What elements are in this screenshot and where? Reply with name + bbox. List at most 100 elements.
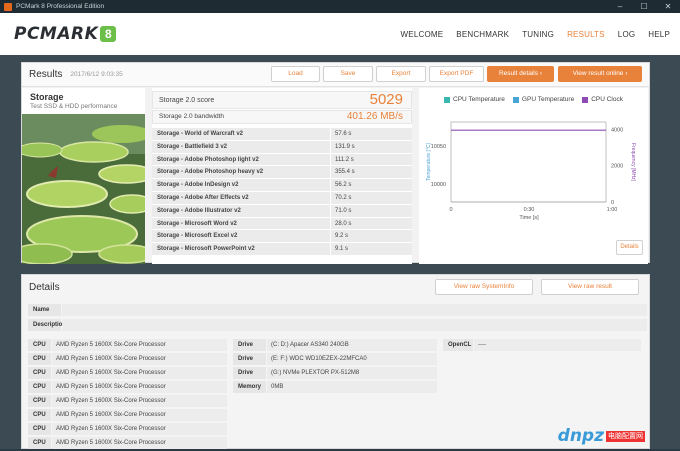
drive-label: Drive bbox=[233, 353, 266, 365]
result-details-button[interactable]: Result details › bbox=[487, 66, 554, 82]
cpu-value: AMD Ryzen 5 1600X Six-Core Processor bbox=[52, 367, 227, 379]
list-item: CPU AMD Ryzen 5 1600X Six-Core Processor bbox=[28, 423, 227, 435]
nav-welcome[interactable]: WELCOME bbox=[401, 30, 444, 39]
legend-item[interactable]: GPU Temperature bbox=[512, 96, 575, 103]
list-item: Drive (C: D:) Apacer AS340 240GB bbox=[233, 339, 437, 351]
cpu-value: AMD Ryzen 5 1600X Six-Core Processor bbox=[52, 395, 227, 407]
results-title: Results bbox=[29, 69, 63, 80]
window-titlebar: PCMark 8 Professional Edition – ☐ ✕ bbox=[0, 0, 680, 13]
export-pdf-button[interactable]: Export PDF bbox=[429, 66, 484, 82]
list-item: Drive (E: F:) WDC WD10EZEX-22MFCA0 bbox=[233, 353, 437, 365]
storage-score-row: Storage 2.0 score 5029 bbox=[152, 91, 412, 109]
storage-test-card: Storage Test SSD & HDD performance bbox=[22, 88, 145, 264]
nav-benchmark[interactable]: BENCHMARK bbox=[456, 30, 509, 39]
bandwidth-value: 401.26 MB/s bbox=[346, 111, 403, 122]
legend-swatch bbox=[582, 96, 589, 103]
test-row-value: 70.2 s bbox=[331, 191, 412, 204]
content-area: Results 2017/6/12 9:03:35 Load Save Expo… bbox=[0, 55, 680, 449]
cpu-value: AMD Ryzen 5 1600X Six-Core Processor bbox=[52, 353, 227, 365]
legend-swatch bbox=[512, 96, 519, 103]
drive-value: (E: F:) WDC WD10EZEX-22MFCA0 bbox=[267, 353, 437, 365]
legend-item[interactable]: CPU Temperature bbox=[444, 96, 505, 103]
watermark-text: dnpz bbox=[557, 426, 604, 446]
test-row-value: 9.2 s bbox=[331, 230, 412, 243]
nav-help[interactable]: HELP bbox=[648, 30, 670, 39]
list-item: CPU AMD Ryzen 5 1600X Six-Core Processor bbox=[28, 353, 227, 365]
cpu-value: AMD Ryzen 5 1600X Six-Core Processor bbox=[52, 409, 227, 421]
cpu-label: CPU bbox=[28, 437, 51, 449]
x-axis-label: Time [s] bbox=[519, 215, 539, 221]
test-row-name: Storage - World of Warcraft v2 bbox=[152, 128, 330, 140]
cpu-list: CPU AMD Ryzen 5 1600X Six-Core Processor … bbox=[28, 339, 227, 451]
table-row: Storage - Adobe Photoshop light v2 111.2 … bbox=[152, 153, 412, 167]
cpu-value: AMD Ryzen 5 1600X Six-Core Processor bbox=[52, 437, 227, 449]
name-label: Name bbox=[28, 304, 61, 316]
save-button[interactable]: Save bbox=[323, 66, 373, 82]
nav-tuning[interactable]: TUNING bbox=[522, 30, 554, 39]
chevron-right-icon: › bbox=[625, 70, 628, 77]
load-button[interactable]: Load bbox=[271, 66, 320, 82]
chevron-right-icon: › bbox=[539, 70, 542, 77]
chart-legend: CPU Temperature GPU Temperature CPU Cloc… bbox=[419, 96, 648, 103]
score-label: Storage 2.0 score bbox=[159, 97, 215, 104]
memory-value: 0MB bbox=[267, 381, 437, 393]
test-row-value: 28.0 s bbox=[331, 217, 412, 230]
y-left-tick: 10050 bbox=[431, 144, 446, 150]
test-row-name: Storage - Microsoft Excel v2 bbox=[152, 230, 330, 243]
test-row-value: 71.0 s bbox=[331, 204, 412, 217]
description-value bbox=[62, 319, 647, 331]
pcmark-logo: PCMARK 8 bbox=[14, 24, 117, 44]
view-raw-result-button[interactable]: View raw result bbox=[541, 279, 639, 295]
test-row-name: Storage - Adobe InDesign v2 bbox=[152, 179, 330, 191]
test-row-name: Storage - Adobe Photoshop light v2 bbox=[152, 153, 330, 166]
results-date: 2017/6/12 9:03:35 bbox=[70, 71, 123, 78]
app-header: PCMARK 8 WELCOME BENCHMARK TUNING RESULT… bbox=[0, 13, 680, 55]
export-button[interactable]: Export bbox=[376, 66, 426, 82]
test-row-name: Storage - Microsoft Word v2 bbox=[152, 217, 330, 230]
drive-value: (G:) NVMe PLEXTOR PX-512M8 bbox=[267, 367, 437, 379]
test-row-value: 355.4 s bbox=[331, 166, 412, 179]
opencl-value: ---- bbox=[474, 339, 641, 351]
plot-area bbox=[450, 121, 607, 203]
x-tick: 0 bbox=[449, 207, 452, 213]
test-name: Storage bbox=[30, 92, 64, 102]
list-item: CPU AMD Ryzen 5 1600X Six-Core Processor bbox=[28, 409, 227, 421]
list-item: Drive (G:) NVMe PLEXTOR PX-512M8 bbox=[233, 367, 437, 379]
cpu-label: CPU bbox=[28, 395, 51, 407]
x-tick: 0:30 bbox=[524, 207, 535, 213]
monitoring-chart: Temperature [°C] Frequency [MHz] 10050 1… bbox=[426, 121, 636, 221]
y-right-axis-label: Frequency [MHz] bbox=[630, 143, 636, 182]
view-result-online-button[interactable]: View result online › bbox=[558, 66, 642, 82]
test-row-name: Storage - Adobe Photoshop heavy v2 bbox=[152, 166, 330, 179]
test-row-name: Storage - Adobe After Effects v2 bbox=[152, 191, 330, 204]
table-row: Storage - Adobe InDesign v2 56.2 s bbox=[152, 179, 412, 192]
list-item: CPU AMD Ryzen 5 1600X Six-Core Processor bbox=[28, 381, 227, 393]
test-description: Test SSD & HDD performance bbox=[30, 103, 118, 110]
close-button[interactable]: ✕ bbox=[656, 0, 680, 13]
table-row: Storage - Microsoft Excel v2 9.2 s bbox=[152, 230, 412, 244]
logo-badge: 8 bbox=[100, 26, 117, 42]
description-row: Description bbox=[28, 319, 647, 331]
opencl-label: OpenCL bbox=[443, 339, 473, 351]
y-right-tick: 4000 bbox=[611, 127, 623, 133]
list-item: CPU AMD Ryzen 5 1600X Six-Core Processor bbox=[28, 339, 227, 351]
view-raw-systeminfo-button[interactable]: View raw SystemInfo bbox=[435, 279, 533, 295]
minimize-button[interactable]: – bbox=[608, 0, 632, 13]
legend-item[interactable]: CPU Clock bbox=[582, 96, 623, 103]
cpu-label: CPU bbox=[28, 423, 51, 435]
details-title: Details bbox=[29, 282, 60, 293]
bandwidth-label: Storage 2.0 bandwidth bbox=[159, 113, 225, 120]
cpu-value: AMD Ryzen 5 1600X Six-Core Processor bbox=[52, 423, 227, 435]
cpu-label: CPU bbox=[28, 353, 51, 365]
app-icon bbox=[4, 2, 12, 11]
legend-label: CPU Temperature bbox=[453, 96, 505, 103]
nav-results[interactable]: RESULTS bbox=[567, 30, 605, 39]
maximize-button[interactable]: ☐ bbox=[632, 0, 656, 13]
nav-log[interactable]: LOG bbox=[618, 30, 636, 39]
test-results-table: Storage - World of Warcraft v2 57.6 s Sto… bbox=[152, 128, 412, 256]
details-button[interactable]: Details bbox=[616, 240, 643, 255]
legend-label: GPU Temperature bbox=[521, 96, 575, 103]
list-item: CPU AMD Ryzen 5 1600X Six-Core Processor bbox=[28, 437, 227, 449]
details-panel: Details View raw SystemInfo View raw res… bbox=[21, 274, 650, 449]
table-row: Storage - Battlefield 3 v2 131.9 s bbox=[152, 140, 412, 154]
